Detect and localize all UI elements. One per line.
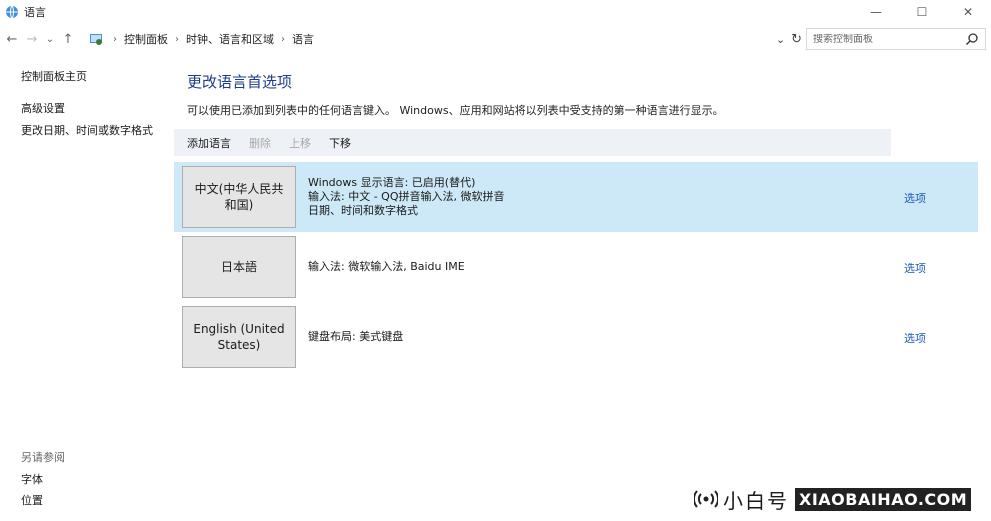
date-time-format-status: 日期、时间和数字格式 bbox=[308, 204, 418, 217]
page-description: 可以使用已添加到列表中的任何语言键入。 Windows、应用和网站将以列表中受支… bbox=[187, 104, 724, 117]
language-row-english[interactable]: English (United States) 键盘布局: 美式键盘 选项 bbox=[174, 302, 978, 372]
options-link[interactable]: 选项 bbox=[904, 190, 926, 206]
sidebar-item-control-panel-home[interactable]: 控制面板主页 bbox=[21, 68, 87, 84]
breadcrumb-control-panel[interactable]: 控制面板 bbox=[124, 31, 168, 47]
language-row-chinese[interactable]: 中文(中华人民共和国) Windows 显示语言: 已启用(替代) 输入法: 中… bbox=[174, 162, 978, 232]
window-controls: — ☐ ✕ bbox=[853, 0, 991, 24]
display-language-status: Windows 显示语言: 已启用(替代) bbox=[308, 176, 476, 189]
language-tile[interactable]: 日本語 bbox=[182, 236, 296, 298]
language-toolbar: 添加语言 删除 上移 下移 bbox=[174, 129, 891, 156]
main-content: 更改语言首选项 可以使用已添加到列表中的任何语言键入。 Windows、应用和网… bbox=[174, 54, 987, 521]
window-title: 语言 bbox=[24, 6, 46, 19]
search-icon[interactable] bbox=[965, 32, 979, 46]
language-details: Windows 显示语言: 已启用(替代) 输入法: 中文 - QQ拼音输入法,… bbox=[308, 162, 504, 232]
breadcrumb-clock-language-region[interactable]: 时钟、语言和区域 bbox=[186, 31, 274, 47]
options-link[interactable]: 选项 bbox=[904, 330, 926, 346]
breadcrumb-separator-icon: › bbox=[113, 33, 117, 45]
watermark-domain: XIAOBAIHAO.COM bbox=[795, 487, 972, 511]
recent-locations-button[interactable]: ⌄ bbox=[42, 28, 58, 50]
input-methods: 输入法: 中文 - QQ拼音输入法, 微软拼音 bbox=[308, 190, 505, 203]
address-bar[interactable]: › 控制面板 › 时钟、语言和区域 › 语言 ⌄ ↻ bbox=[88, 28, 802, 50]
move-up-button[interactable]: 上移 bbox=[289, 135, 311, 151]
minimize-button[interactable]: — bbox=[853, 0, 899, 24]
options-link[interactable]: 选项 bbox=[904, 260, 926, 276]
sidebar-item-fonts[interactable]: 字体 bbox=[21, 471, 43, 487]
language-app-icon bbox=[4, 4, 20, 20]
add-language-button[interactable]: 添加语言 bbox=[187, 135, 231, 151]
maximize-button[interactable]: ☐ bbox=[899, 0, 945, 24]
sidebar-item-advanced-settings[interactable]: 高级设置 bbox=[21, 100, 65, 116]
forward-button[interactable]: → bbox=[22, 28, 42, 50]
refresh-button[interactable]: ↻ bbox=[791, 32, 802, 47]
keyboard-layout: 键盘布局: 美式键盘 bbox=[308, 330, 404, 343]
control-panel-icon bbox=[88, 31, 104, 47]
title-bar: 语言 — ☐ ✕ bbox=[0, 0, 991, 24]
watermark-text: 小白号 bbox=[723, 488, 789, 513]
language-details: 输入法: 微软输入法, Baidu IME bbox=[308, 232, 465, 302]
close-button[interactable]: ✕ bbox=[945, 0, 991, 24]
sidebar-item-change-date-time-format[interactable]: 更改日期、时间或数字格式 bbox=[21, 122, 153, 138]
search-input[interactable] bbox=[813, 33, 961, 45]
signal-icon bbox=[693, 489, 719, 509]
back-button[interactable]: ← bbox=[2, 28, 22, 50]
language-tile[interactable]: 中文(中华人民共和国) bbox=[182, 166, 296, 228]
search-box bbox=[806, 28, 986, 50]
watermark-logo: 小白号 XIAOBAIHAO.COM bbox=[693, 486, 991, 513]
move-down-button[interactable]: 下移 bbox=[329, 135, 351, 151]
page-title: 更改语言首选项 bbox=[187, 73, 293, 91]
navigation-bar: ← → ⌄ ↑ › 控制面板 › 时钟、语言和区域 › 语言 ⌄ ↻ bbox=[0, 24, 991, 54]
language-tile[interactable]: English (United States) bbox=[182, 306, 296, 368]
breadcrumb-separator-icon: › bbox=[281, 33, 285, 45]
language-details: 键盘布局: 美式键盘 bbox=[308, 302, 403, 372]
address-dropdown-button[interactable]: ⌄ bbox=[776, 33, 785, 46]
address-bar-actions: ⌄ ↻ bbox=[776, 28, 802, 50]
remove-language-button[interactable]: 删除 bbox=[249, 135, 271, 151]
sidebar-item-location[interactable]: 位置 bbox=[21, 492, 43, 508]
breadcrumb-separator-icon: › bbox=[175, 33, 179, 45]
see-also-heading: 另请参阅 bbox=[21, 451, 65, 464]
breadcrumb-language[interactable]: 语言 bbox=[292, 31, 314, 47]
language-row-japanese[interactable]: 日本語 输入法: 微软输入法, Baidu IME 选项 bbox=[174, 232, 978, 302]
sidebar: 控制面板主页 高级设置 更改日期、时间或数字格式 另请参阅 字体 位置 bbox=[0, 54, 175, 521]
input-methods: 输入法: 微软输入法, Baidu IME bbox=[308, 260, 465, 273]
up-button[interactable]: ↑ bbox=[58, 28, 78, 50]
